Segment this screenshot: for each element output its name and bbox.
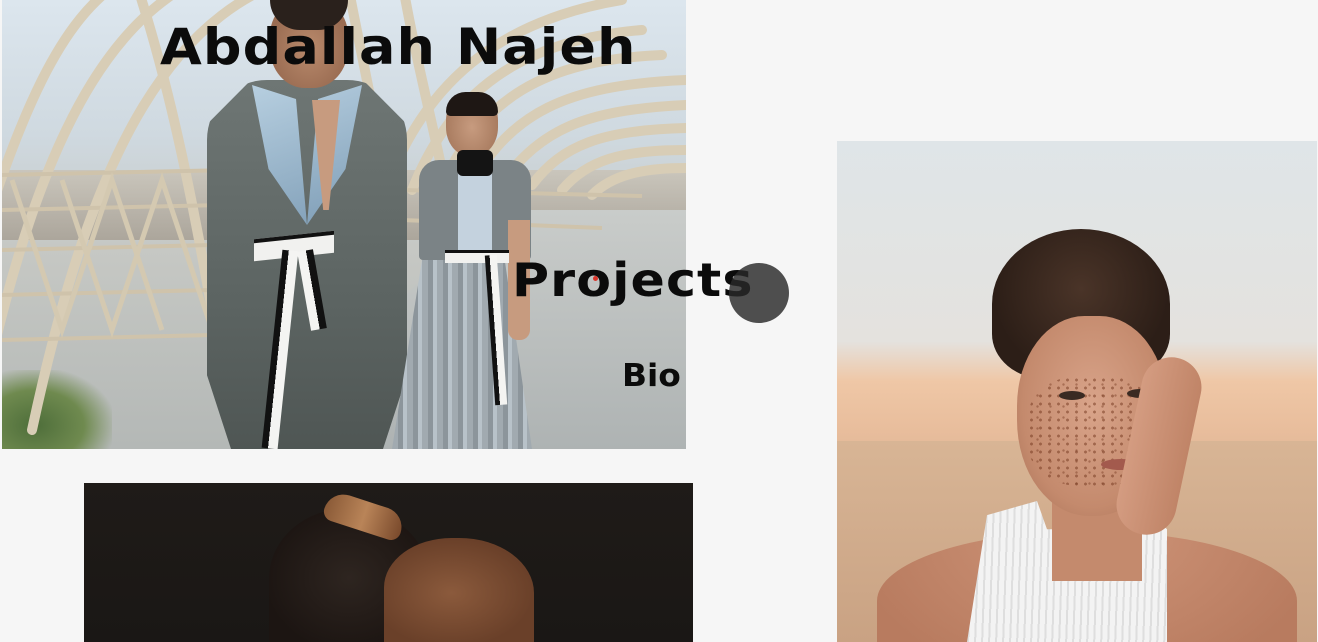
portrait-eye [1059,391,1085,400]
dark-portrait-face [384,538,534,642]
photo-dark-portrait[interactable] [84,483,693,642]
cursor-dot-icon [593,276,598,281]
model-woman-collar [457,150,493,176]
nav-link-bio[interactable]: Bio [622,356,681,396]
photo-freckled-portrait[interactable] [837,141,1317,642]
model-woman-belt [445,250,509,263]
cursor-circle-icon [729,263,789,323]
site-title[interactable]: Abdallah Najeh [160,16,637,78]
nav-link-projects[interactable]: Projects [512,250,754,310]
portfolio-page: Abdallah Najeh Projects Bio [0,0,1318,642]
model-woman-hair [446,92,498,116]
